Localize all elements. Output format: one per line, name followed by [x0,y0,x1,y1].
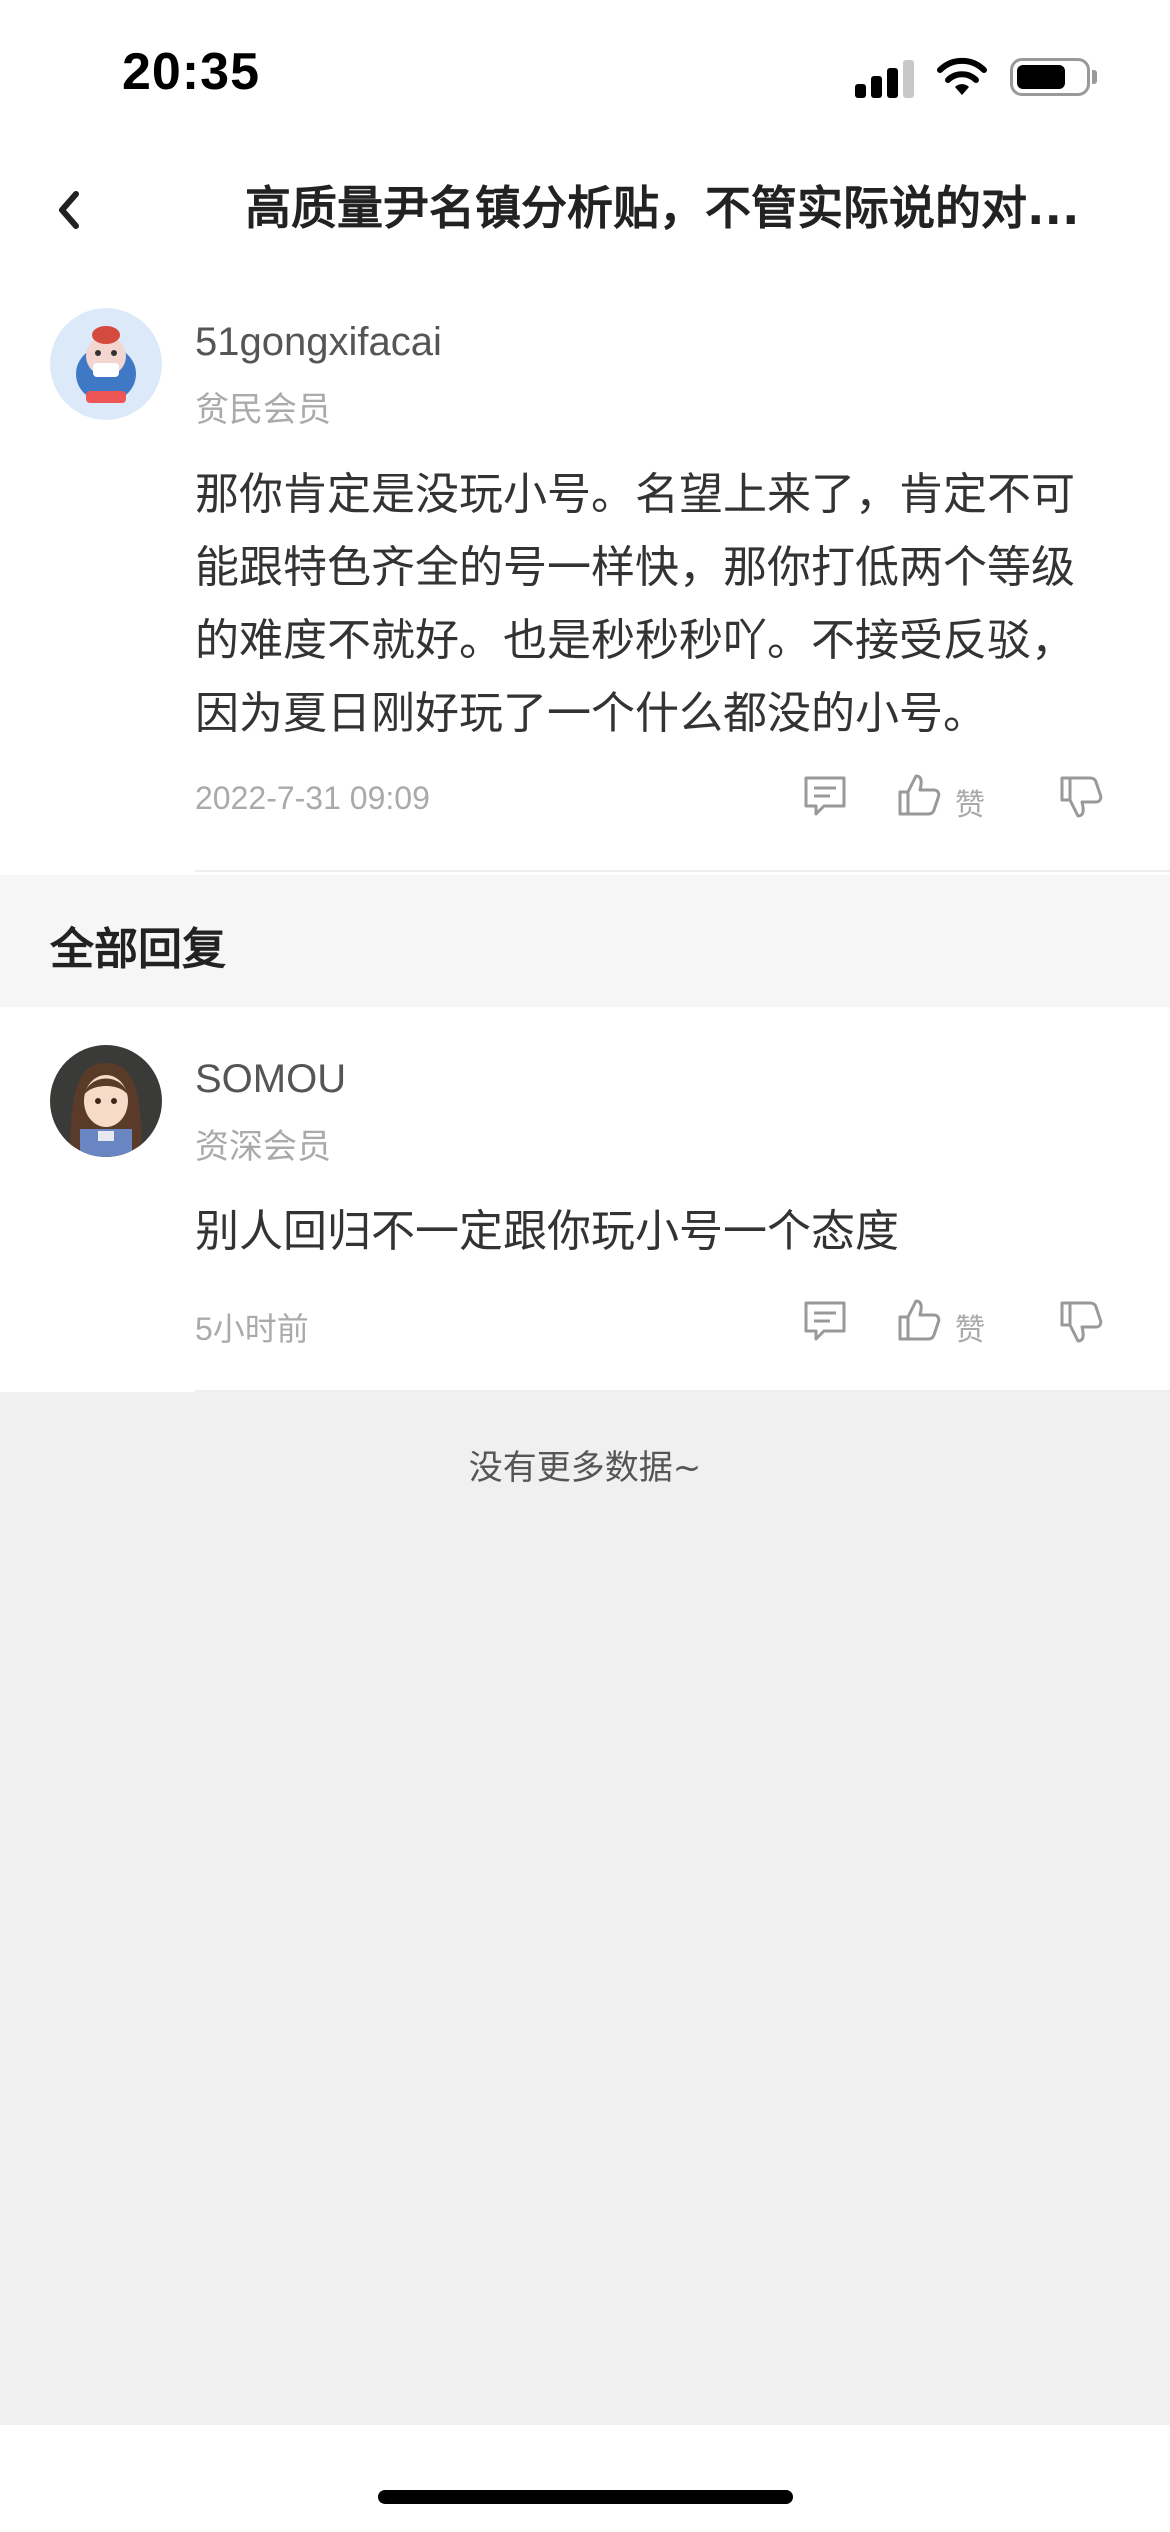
username[interactable]: 51gongxifacai [195,320,442,365]
battery-tip [1092,70,1097,84]
comment-icon[interactable] [802,1299,848,1345]
no-more-data-text: 没有更多数据~ [468,1448,702,1488]
chevron-left-icon[interactable] [40,180,100,240]
like-label[interactable]: 赞 [955,780,985,824]
main-post: 51gongxifacai 贫民会员 那你肯定是没玩小号。名望上来了，肯定不可能… [0,290,1170,875]
home-indicator[interactable] [378,2490,793,2504]
avatar[interactable] [50,308,162,420]
wifi-icon [937,57,987,95]
thumbs-up-icon[interactable] [896,772,942,818]
thumbs-up-icon[interactable] [896,1297,942,1343]
comment-icon[interactable] [802,774,848,820]
page-title: 高质量尹名镇分析贴，不管实际说的对... [245,181,1080,235]
reply-item: SOMOU 资深会员 别人回归不一定跟你玩小号一个态度 5小时前 赞 [0,1007,1170,1392]
cellular-signal-icon [855,58,915,98]
nav-header: 高质量尹名镇分析贴，不管实际说的对... [0,150,1170,290]
battery-icon [1010,58,1090,96]
divider [195,1390,1170,1392]
status-time: 20:35 [122,43,260,101]
post-content: 那你肯定是没玩小号。名望上来了，肯定不可能跟特色齐全的号一样快，那你打低两个等级… [195,469,1075,739]
reply-content: 别人回归不一定跟你玩小号一个态度 [195,1206,899,1257]
username[interactable]: SOMOU [195,1057,346,1102]
replies-section-header: 全部回复 [0,875,1170,1007]
thumbs-down-icon[interactable] [1058,1299,1104,1345]
thumbs-down-icon[interactable] [1058,774,1104,820]
section-title: 全部回复 [50,924,226,975]
bottom-bar [0,2425,1170,2532]
post-time: 2022-7-31 09:09 [195,780,430,816]
member-rank: 贫民会员 [195,390,331,430]
screen: 20:35 高质量尹名镇分析贴，不管实际说的对... 51gongxifacai… [0,0,1170,2532]
avatar[interactable] [50,1045,162,1157]
divider [195,870,1170,872]
reply-time: 5小时前 [195,1311,309,1347]
like-label[interactable]: 赞 [955,1305,985,1349]
status-bar: 20:35 [0,0,1170,150]
member-rank: 资深会员 [195,1127,331,1167]
